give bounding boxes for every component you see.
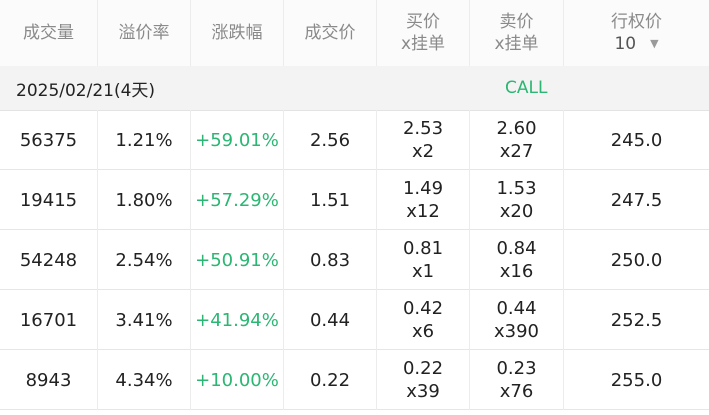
ask-price: 0.84 (496, 238, 537, 259)
bid-cell: 0.42 x6 (377, 290, 470, 350)
bid-size: x1 (411, 261, 435, 282)
ask-price: 0.44 (496, 298, 537, 319)
volume-cell: 56375 (0, 110, 98, 170)
bid-cell: 2.53 x2 (377, 110, 470, 170)
ask-size: x390 (493, 321, 539, 342)
bid-size: x39 (406, 381, 440, 402)
change-cell: +41.94% (191, 290, 284, 350)
header-premium[interactable]: 溢价率 (98, 0, 191, 66)
header-bid-size-label: x挂单 (400, 34, 446, 54)
ask-cell: 0.84 x16 (470, 230, 564, 290)
table-row[interactable]: 54248 2.54% +50.91% 0.83 0.81 x1 0.84 x16 … (0, 230, 709, 290)
last-price-cell: 1.51 (284, 170, 377, 230)
expiry-date: 2025/02/21(4天) (16, 80, 156, 101)
change-cell: +10.00% (191, 350, 284, 410)
bid-price: 1.49 (402, 178, 444, 199)
ask-price: 2.60 (496, 118, 537, 139)
table-row[interactable]: 56375 1.21% +59.01% 2.56 2.53 x2 2.60 x27 … (0, 110, 709, 170)
table-row[interactable]: 19415 1.80% +57.29% 1.51 1.49 x12 1.53 x20… (0, 170, 709, 230)
header-ask[interactable]: 卖价 x挂单 (470, 0, 564, 66)
table-header: 成交量 溢价率 涨跌幅 成交价 买价 x挂单 卖价 x挂单 行权价 10 ▼ (0, 0, 709, 67)
option-rows: 56375 1.21% +59.01% 2.56 2.53 x2 2.60 x27 … (0, 110, 709, 410)
bid-cell: 0.81 x1 (377, 230, 470, 290)
option-type-label: CALL (505, 78, 548, 98)
bid-price: 2.53 (402, 118, 444, 139)
volume-cell: 8943 (0, 350, 98, 410)
bid-size: x6 (411, 321, 435, 342)
ask-price: 0.23 (496, 358, 537, 379)
bid-cell: 0.22 x39 (377, 350, 470, 410)
bid-price: 0.42 (402, 298, 444, 319)
premium-cell: 3.41% (98, 290, 191, 350)
ask-size: x76 (499, 381, 534, 402)
premium-cell: 1.21% (98, 110, 191, 170)
bid-size: x12 (406, 201, 440, 222)
header-premium-label: 溢价率 (118, 23, 170, 43)
volume-cell: 54248 (0, 230, 98, 290)
header-change-label: 涨跌幅 (211, 23, 263, 43)
bid-cell: 1.49 x12 (377, 170, 470, 230)
header-change[interactable]: 涨跌幅 (191, 0, 284, 66)
bid-price: 0.22 (402, 358, 444, 379)
option-chain-table: 成交量 溢价率 涨跌幅 成交价 买价 x挂单 卖价 x挂单 行权价 10 ▼ 2… (0, 0, 709, 415)
bid-price: 0.81 (402, 238, 444, 259)
ask-cell: 1.53 x20 (470, 170, 564, 230)
caret-down-icon: ▼ (650, 37, 659, 50)
ask-cell: 2.60 x27 (470, 110, 564, 170)
ask-size: x16 (499, 261, 534, 282)
change-cell: +57.29% (191, 170, 284, 230)
header-ask-size-label: x挂单 (494, 34, 539, 54)
premium-cell: 2.54% (98, 230, 191, 290)
strike-cell: 255.0 (610, 369, 663, 391)
strike-cell: 252.5 (610, 309, 663, 331)
strike-cell: 247.5 (610, 189, 663, 211)
volume-cell: 19415 (0, 170, 98, 230)
last-price-cell: 2.56 (284, 110, 377, 170)
strike-count-value: 10 (614, 34, 637, 54)
expiry-section-header[interactable]: 2025/02/21(4天) CALL (0, 66, 709, 111)
premium-cell: 4.34% (98, 350, 191, 410)
header-strike-label: 行权价 (611, 12, 662, 32)
last-price-cell: 0.22 (284, 350, 377, 410)
header-bid[interactable]: 买价 x挂单 (377, 0, 470, 66)
change-cell: +50.91% (191, 230, 284, 290)
strike-cell: 250.0 (610, 249, 663, 271)
ask-price: 1.53 (496, 178, 537, 199)
change-cell: +59.01% (191, 110, 284, 170)
last-price-cell: 0.83 (284, 230, 377, 290)
header-bid-label: 买价 (406, 12, 440, 32)
header-last-price[interactable]: 成交价 (284, 0, 377, 66)
strike-count-dropdown[interactable]: 10 ▼ (614, 33, 658, 55)
volume-cell: 16701 (0, 290, 98, 350)
table-row[interactable]: 16701 3.41% +41.94% 0.44 0.42 x6 0.44 x390… (0, 290, 709, 350)
header-volume[interactable]: 成交量 (0, 0, 98, 66)
ask-cell: 0.23 x76 (470, 350, 564, 410)
ask-size: x27 (499, 141, 534, 162)
ask-size: x20 (499, 201, 534, 222)
header-last-label: 成交价 (304, 23, 356, 43)
header-volume-label: 成交量 (23, 23, 74, 43)
premium-cell: 1.80% (98, 170, 191, 230)
header-ask-label: 卖价 (499, 12, 534, 32)
strike-cell: 245.0 (610, 129, 663, 151)
last-price-cell: 0.44 (284, 290, 377, 350)
table-row[interactable]: 8943 4.34% +10.00% 0.22 0.22 x39 0.23 x76 … (0, 350, 709, 410)
ask-cell: 0.44 x390 (470, 290, 564, 350)
header-strike: 行权价 10 ▼ (564, 0, 709, 66)
bid-size: x2 (411, 141, 435, 162)
